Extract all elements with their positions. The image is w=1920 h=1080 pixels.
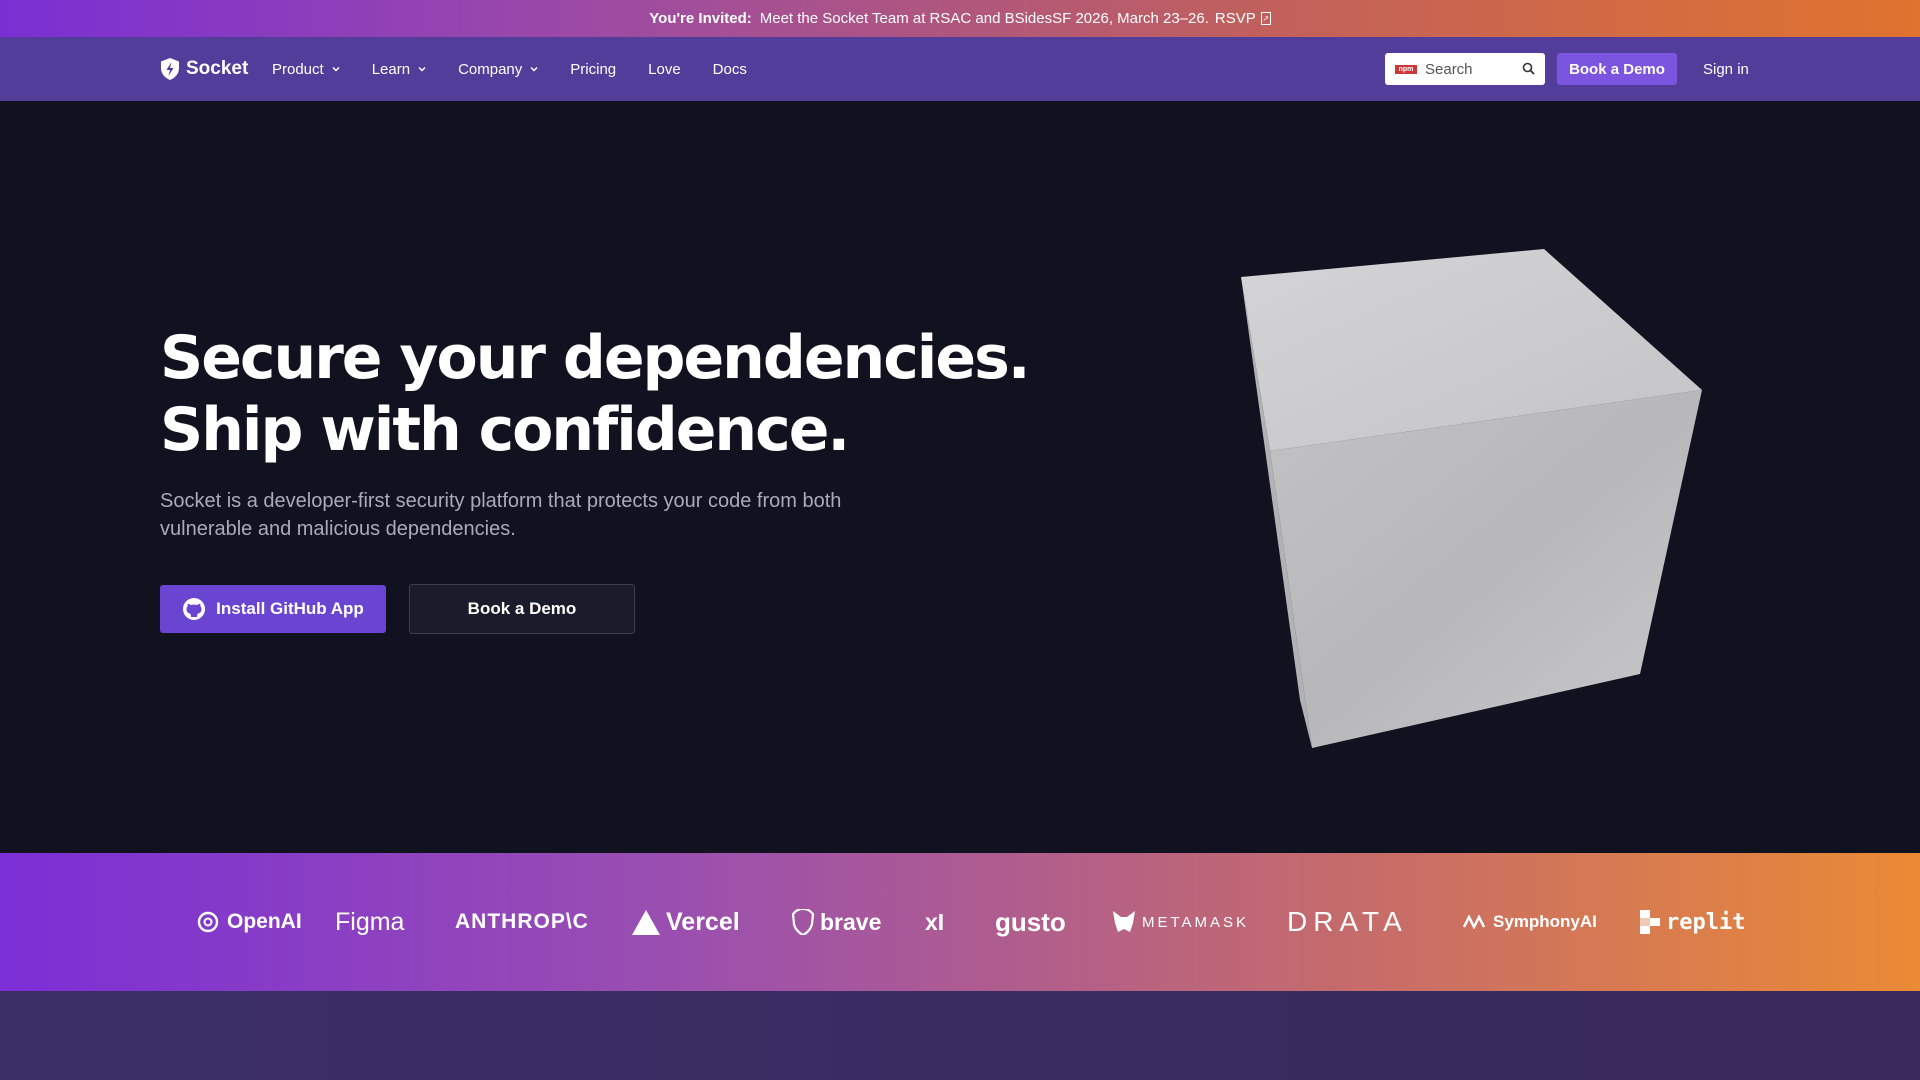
hero-cube-illustration <box>1241 249 1702 748</box>
rsvp-link[interactable]: RSVP <box>1215 10 1256 27</box>
nav-item-label: Company <box>458 60 523 78</box>
logo-symphonyai-text: SymphonyAI <box>1493 912 1597 931</box>
brave-lion-icon <box>792 909 814 935</box>
hero-title: Secure your dependencies. Ship with conf… <box>160 322 1031 466</box>
brand-logo[interactable]: Socket <box>160 57 248 81</box>
next-section <box>0 991 1920 1080</box>
nav-item-label: Love <box>648 60 681 78</box>
openai-icon <box>197 911 219 933</box>
nav-item-company[interactable]: Company <box>458 61 538 78</box>
logo-gusto-text: gusto <box>995 906 1066 937</box>
logo-gusto: gusto <box>995 853 1066 991</box>
logo-xai: xI <box>925 853 944 991</box>
nav-item-label: Learn <box>371 60 411 78</box>
logo-drata-text: DRATA <box>1287 906 1408 937</box>
logo-anthropic-text: ANTHROP\C <box>455 910 589 933</box>
cube-front-face <box>1270 390 1702 748</box>
logo-vercel: Vercel <box>632 853 740 991</box>
logo-replit: replit <box>1640 853 1745 991</box>
logo-figma: Figma <box>335 853 404 991</box>
logo-drata: DRATA <box>1287 853 1408 991</box>
main-nav: Socket Product Learn Company Pricing Lov… <box>0 37 1920 101</box>
metamask-fox-icon <box>1113 911 1135 932</box>
nav-item-pricing[interactable]: Pricing <box>570 61 616 78</box>
logo-vercel-text: Vercel <box>666 907 740 936</box>
nav-item-learn[interactable]: Learn <box>372 61 426 78</box>
external-link-icon: ↗ <box>1260 12 1271 25</box>
hero-book-demo-button[interactable]: Book a Demo <box>409 584 635 634</box>
install-github-app-label: Install GitHub App <box>216 599 364 618</box>
nav-item-product[interactable]: Product <box>272 61 340 78</box>
nav-book-demo-button[interactable]: Book a Demo <box>1557 53 1677 85</box>
logo-openai-text: OpenAI <box>227 910 302 933</box>
nav-item-label: Docs <box>712 60 747 78</box>
logo-symphonyai: SymphonyAI <box>1463 853 1597 991</box>
logo-replit-text: replit <box>1666 909 1746 935</box>
brand-name: Socket <box>186 58 249 79</box>
npm-badge-label: npm <box>1398 65 1414 73</box>
logo-metamask: METAMASK <box>1112 853 1249 991</box>
nav-item-label: Pricing <box>570 60 617 78</box>
logo-xai-text: xI <box>925 908 945 935</box>
replit-icon <box>1640 910 1660 934</box>
github-icon <box>183 598 206 620</box>
search-input[interactable]: npm Search <box>1385 53 1545 85</box>
announcement-lead: You're Invited: <box>649 10 752 27</box>
logo-brave: brave <box>792 853 881 991</box>
nav-item-docs[interactable]: Docs <box>713 61 747 78</box>
announcement-text: Meet the Socket Team at RSAC and BSidesS… <box>759 10 1209 27</box>
socket-shield-icon <box>161 58 179 80</box>
search-placeholder: Search <box>1425 60 1473 78</box>
chevron-down-icon <box>332 66 340 72</box>
nav-item-label: Product <box>272 60 324 78</box>
hero-subtitle: Socket is a developer-first security pla… <box>160 490 842 540</box>
install-github-app-button[interactable]: Install GitHub App <box>160 585 386 633</box>
chevron-down-icon <box>530 66 538 72</box>
logo-brave-text: brave <box>820 908 882 935</box>
search-icon <box>1522 62 1535 75</box>
chevron-down-icon <box>418 66 426 72</box>
symphonyai-wave-icon <box>1463 915 1486 929</box>
nav-links: Product Learn Company Pricing Love Docs <box>272 37 779 101</box>
nav-item-love[interactable]: Love <box>648 61 681 78</box>
logo-anthropic: ANTHROP\C <box>455 853 589 991</box>
logo-figma-text: Figma <box>335 907 405 936</box>
npm-icon: npm <box>1395 64 1417 74</box>
logo-openai: OpenAI <box>195 853 302 991</box>
sign-in-link[interactable]: Sign in <box>1703 53 1749 85</box>
customer-logos-band: OpenAI Figma ANTHROP\C Vercel brave xI g… <box>0 853 1920 991</box>
announcement-bar[interactable]: You're Invited: Meet the Socket Team at … <box>0 0 1920 37</box>
hero-title-line: Secure your dependencies. <box>160 323 1031 393</box>
hero-title-line: Ship with confidence. <box>160 395 850 465</box>
logo-metamask-text: METAMASK <box>1142 913 1250 931</box>
vercel-triangle-icon <box>632 909 660 935</box>
